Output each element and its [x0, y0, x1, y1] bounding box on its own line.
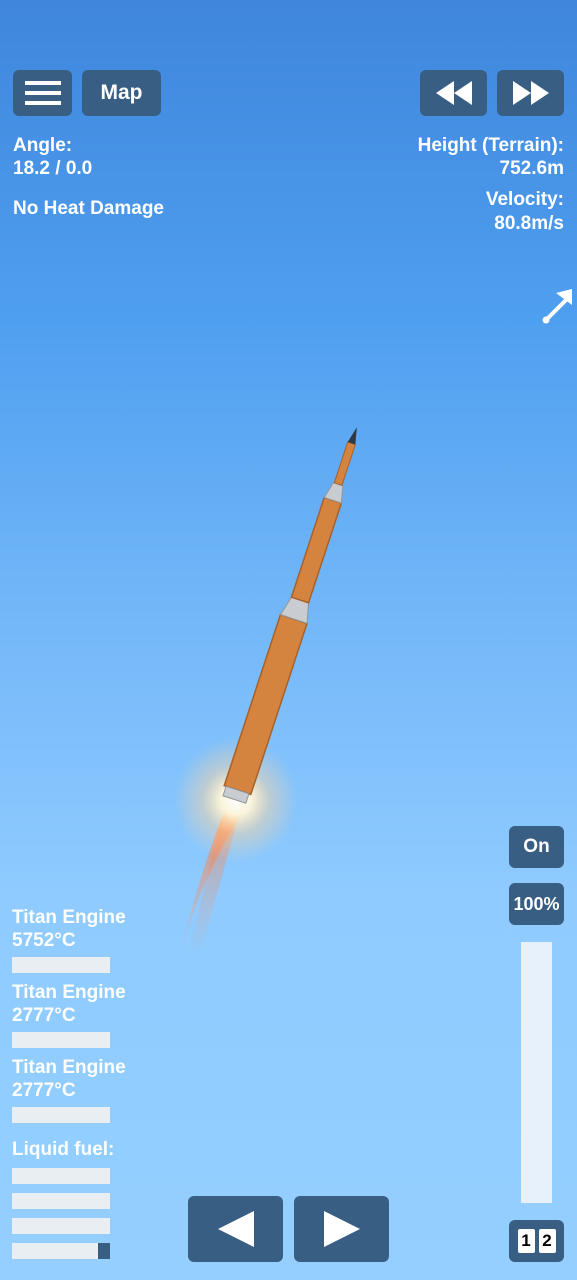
rotate-right-button[interactable]: [294, 1196, 389, 1262]
angle-value: 18.2 / 0.0: [13, 158, 93, 179]
height-label: Height (Terrain):: [417, 135, 564, 156]
right-arrow-icon: [323, 1211, 360, 1247]
stage-button[interactable]: 1 2: [509, 1220, 564, 1262]
engine-2-temp: 2777°C: [12, 1005, 76, 1026]
velocity-label: Velocity:: [485, 189, 564, 210]
rocket-top-stage: [333, 441, 356, 486]
rocket-nose: [347, 427, 357, 445]
left-arrow-icon: [217, 1211, 254, 1247]
fast-forward-button[interactable]: [497, 70, 564, 116]
rocket: [222, 427, 357, 804]
menu-icon: [24, 81, 61, 105]
fuel-bar: [12, 1243, 110, 1259]
stage-digit: 1: [517, 1229, 535, 1253]
heat-status: No Heat Damage: [13, 198, 164, 219]
throttle-slider[interactable]: [521, 942, 552, 1203]
engine-3-heat-bar: [12, 1107, 110, 1123]
fuel-label: Liquid fuel:: [12, 1139, 115, 1160]
angle-label: Angle:: [13, 135, 73, 156]
rewind-button[interactable]: [420, 70, 487, 116]
rewind-icon: [435, 81, 472, 105]
fuel-bar-fill: [98, 1243, 110, 1259]
rotate-left-button[interactable]: [188, 1196, 283, 1262]
engine-1-temp: 5752°C: [12, 930, 76, 951]
stage-digit: 2: [538, 1229, 556, 1253]
fuel-bar: [12, 1193, 110, 1209]
menu-button[interactable]: [13, 70, 72, 116]
rocket-upper-tank: [290, 496, 343, 604]
engine-3-name: Titan Engine: [12, 1057, 126, 1078]
engine-toggle-button[interactable]: On: [509, 826, 564, 868]
engine-1-heat-bar: [12, 957, 110, 973]
engine-1-name: Titan Engine: [12, 907, 126, 928]
engine-2-heat-bar: [12, 1032, 110, 1048]
engine-3-temp: 2777°C: [12, 1080, 76, 1101]
fast-forward-icon: [512, 81, 549, 105]
fuel-bar: [12, 1218, 110, 1234]
engine-2-name: Titan Engine: [12, 982, 126, 1003]
velocity-value: 80.8m/s: [494, 213, 564, 234]
throttle-percent-button[interactable]: 100%: [509, 883, 564, 925]
height-value: 752.6m: [499, 158, 564, 179]
map-button[interactable]: Map: [82, 70, 161, 116]
fuel-bar: [12, 1168, 110, 1184]
